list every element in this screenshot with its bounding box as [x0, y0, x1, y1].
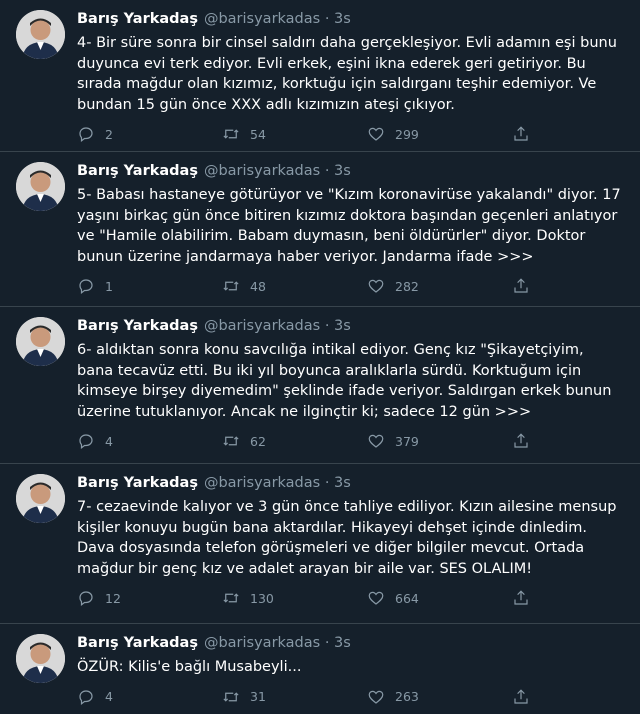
- action-bar: 4 31 263: [77, 680, 624, 714]
- retweet-icon: [223, 691, 239, 702]
- retweet-button[interactable]: 48: [222, 277, 367, 295]
- retweet-icon: [223, 593, 239, 603]
- display-name[interactable]: Barış Yarkadaş: [77, 635, 198, 651]
- avatar[interactable]: [16, 10, 65, 59]
- reply-count: 2: [105, 126, 113, 142]
- retweet-count: 48: [250, 278, 266, 294]
- retweet-count: 62: [250, 433, 266, 449]
- tweet-text: 6- aldıktan sonra konu savcılığa intikal…: [77, 342, 612, 420]
- like-button[interactable]: 263: [367, 688, 512, 706]
- like-count: 282: [395, 278, 419, 294]
- reply-button[interactable]: 4: [77, 432, 222, 450]
- share-icon: [514, 433, 528, 448]
- tweet-text: 4- Bir süre sonra bir cinsel saldırı dah…: [77, 35, 617, 113]
- retweet-icon: [223, 436, 239, 446]
- user-handle[interactable]: @barisyarkadas: [204, 318, 320, 334]
- action-bar: 4 62 379: [77, 424, 624, 458]
- tweet[interactable]: Barış Yarkadaş @barisyarkadas · 3s 5- Bab…: [0, 152, 640, 307]
- action-bar: 1 48 282: [77, 269, 624, 303]
- timestamp[interactable]: 3s: [334, 11, 351, 27]
- tweet[interactable]: Barış Yarkadaş @barisyarkadas · 3s ÖZÜR: …: [0, 624, 640, 711]
- reply-icon: [79, 127, 93, 142]
- reply-button[interactable]: 1: [77, 277, 222, 295]
- separator-dot: ·: [324, 11, 330, 27]
- like-button[interactable]: 299: [367, 125, 512, 143]
- timestamp[interactable]: 3s: [334, 163, 351, 179]
- share-icon: [514, 278, 528, 293]
- like-button[interactable]: 282: [367, 277, 512, 295]
- share-button[interactable]: [512, 125, 540, 143]
- user-handle[interactable]: @barisyarkadas: [204, 475, 320, 491]
- reply-count: 4: [105, 689, 113, 704]
- display-name[interactable]: Barış Yarkadaş: [77, 163, 198, 179]
- retweet-button[interactable]: 62: [222, 432, 367, 450]
- reply-button[interactable]: 4: [77, 688, 222, 706]
- share-button[interactable]: [512, 688, 540, 706]
- tweet-feed: Barış Yarkadaş @barisyarkadas · 3s 4- Bir…: [0, 0, 640, 711]
- action-bar: 12 130 664: [77, 581, 624, 615]
- reply-count: 12: [105, 590, 121, 606]
- avatar[interactable]: [16, 317, 65, 366]
- reply-icon: [79, 689, 93, 705]
- avatar[interactable]: [16, 162, 65, 211]
- share-icon: [514, 126, 528, 141]
- like-icon: [368, 591, 384, 605]
- separator-dot: ·: [324, 163, 330, 179]
- reply-icon: [79, 434, 93, 449]
- display-name[interactable]: Barış Yarkadaş: [77, 11, 198, 27]
- tweet[interactable]: Barış Yarkadaş @barisyarkadas · 3s 7- cez…: [0, 464, 640, 624]
- separator-dot: ·: [324, 635, 330, 651]
- like-icon: [368, 127, 384, 141]
- share-icon: [514, 688, 528, 704]
- avatar[interactable]: [16, 634, 65, 683]
- reply-icon: [79, 279, 93, 294]
- like-count: 263: [395, 689, 419, 704]
- retweet-icon: [223, 129, 239, 139]
- like-count: 664: [395, 590, 419, 606]
- avatar[interactable]: [16, 474, 65, 523]
- tweet[interactable]: Barış Yarkadaş @barisyarkadas · 3s 6- ald…: [0, 307, 640, 464]
- user-handle[interactable]: @barisyarkadas: [204, 635, 320, 651]
- retweet-count: 54: [250, 126, 266, 142]
- share-button[interactable]: [512, 432, 540, 450]
- tweet-text: 5- Babası hastaneye götürüyor ve "Kızım …: [77, 187, 621, 265]
- like-count: 299: [395, 126, 419, 142]
- like-icon: [368, 279, 384, 293]
- share-icon: [514, 590, 528, 605]
- tweet-text: 7- cezaevinde kalıyor ve 3 gün önce tahl…: [77, 499, 617, 577]
- reply-count: 4: [105, 433, 113, 449]
- tweet-text: ÖZÜR: Kilis'e bağlı Musabeyli...: [77, 659, 302, 675]
- timestamp[interactable]: 3s: [334, 318, 351, 334]
- reply-count: 1: [105, 278, 113, 294]
- tweet[interactable]: Barış Yarkadaş @barisyarkadas · 3s 4- Bir…: [0, 0, 640, 152]
- display-name[interactable]: Barış Yarkadaş: [77, 475, 198, 491]
- timestamp[interactable]: 3s: [334, 635, 351, 651]
- user-handle[interactable]: @barisyarkadas: [204, 11, 320, 27]
- timestamp[interactable]: 3s: [334, 475, 351, 491]
- share-button[interactable]: [512, 277, 540, 295]
- reply-button[interactable]: 12: [77, 589, 222, 607]
- retweet-button[interactable]: 130: [222, 589, 367, 607]
- like-count: 379: [395, 433, 419, 449]
- separator-dot: ·: [324, 318, 330, 334]
- like-icon: [368, 690, 384, 704]
- like-icon: [368, 434, 384, 448]
- user-handle[interactable]: @barisyarkadas: [204, 163, 320, 179]
- reply-button[interactable]: 2: [77, 125, 222, 143]
- like-button[interactable]: 379: [367, 432, 512, 450]
- retweet-button[interactable]: 54: [222, 125, 367, 143]
- retweet-button[interactable]: 31: [222, 688, 367, 706]
- share-button[interactable]: [512, 589, 540, 607]
- action-bar: 2 54 299: [77, 117, 624, 151]
- retweet-count: 130: [250, 590, 274, 606]
- display-name[interactable]: Barış Yarkadaş: [77, 318, 198, 334]
- retweet-icon: [223, 281, 239, 291]
- like-button[interactable]: 664: [367, 589, 512, 607]
- retweet-count: 31: [250, 689, 266, 704]
- separator-dot: ·: [324, 475, 330, 491]
- reply-icon: [79, 591, 93, 606]
